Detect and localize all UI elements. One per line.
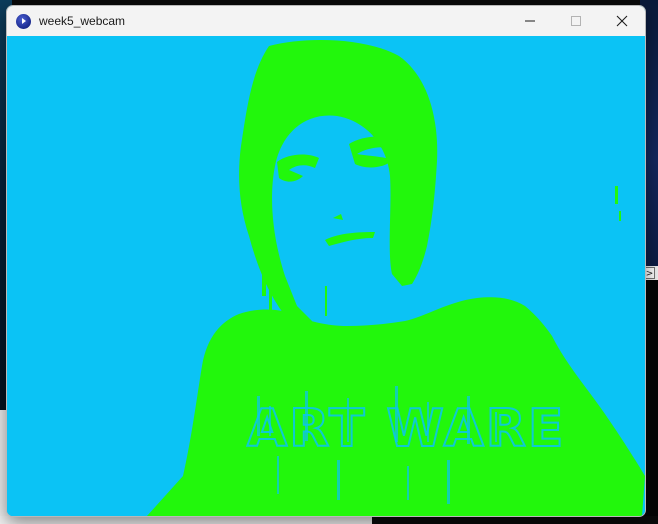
title-bar[interactable]: week5_webcam: [7, 6, 645, 36]
app-window: week5_webcam ART WARE: [6, 5, 646, 517]
maximize-button[interactable]: [553, 6, 599, 36]
maximize-icon: [571, 16, 581, 26]
minimize-icon: [525, 20, 535, 22]
window-title: week5_webcam: [39, 14, 126, 28]
caption-buttons: [507, 6, 645, 36]
close-icon: [616, 15, 628, 27]
webcam-threshold-image: ART WARE: [7, 36, 645, 516]
processing-app-icon: [16, 13, 31, 29]
webcam-canvas[interactable]: ART WARE: [7, 36, 645, 516]
desktop-background-bottom-right: [372, 516, 658, 524]
minimize-button[interactable]: [507, 6, 553, 36]
close-button[interactable]: [599, 6, 645, 36]
shirt-print-text: ART WARE: [247, 399, 565, 459]
